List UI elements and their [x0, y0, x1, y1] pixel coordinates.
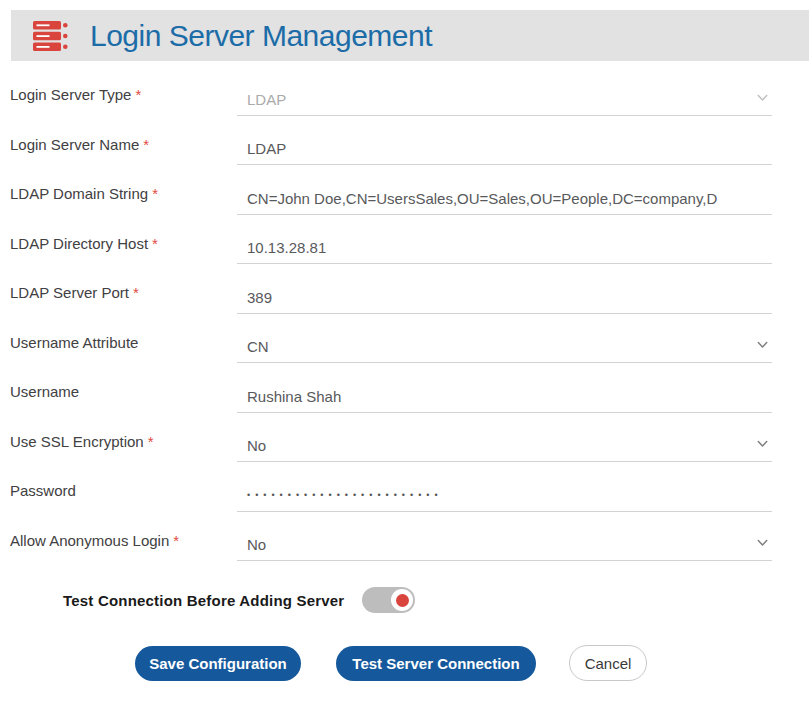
chevron-down-icon	[757, 539, 768, 547]
field-label: Login Server Name*	[10, 136, 149, 153]
field-label-text: Allow Anonymous Login	[10, 532, 169, 549]
input-ldap-directory-host[interactable]: 10.13.28.81	[237, 215, 772, 265]
select-login-server-type: LDAP	[237, 66, 772, 116]
form-row-username-attribute: Username Attribute CN	[0, 314, 809, 364]
required-asterisk: *	[133, 284, 139, 301]
form-row-ldap-domain-string: LDAP Domain String* CN=John Doe,CN=UsersS…	[0, 165, 809, 215]
field-label-text: Use SSL Encryption	[10, 433, 144, 450]
field-value: CN=John Doe,CN=UsersSales,OU=Sales,OU=Pe…	[247, 190, 717, 207]
required-asterisk: *	[135, 86, 141, 103]
field-label-text: LDAP Server Port	[10, 284, 129, 301]
form-row-login-server-name: Login Server Name* LDAP	[0, 116, 809, 166]
action-buttons: Save Configuration Test Server Connectio…	[135, 645, 809, 681]
field-label: LDAP Directory Host*	[10, 235, 158, 252]
field-label: Allow Anonymous Login*	[10, 532, 179, 549]
form-row-allow-anonymous-login: Allow Anonymous Login* No	[0, 512, 809, 562]
field-label-text: LDAP Directory Host	[10, 235, 148, 252]
required-asterisk: *	[148, 433, 154, 450]
page-header: Login Server Management	[11, 10, 809, 61]
field-value: CN	[247, 338, 269, 355]
form-row-login-server-type: Login Server Type* LDAP	[0, 66, 809, 116]
input-ldap-server-port[interactable]: 389	[237, 264, 772, 314]
field-label-text: LDAP Domain String	[10, 185, 148, 202]
field-value: 389	[247, 289, 272, 306]
chevron-down-icon	[757, 440, 768, 448]
field-value: No	[247, 437, 266, 454]
form-row-ldap-directory-host: LDAP Directory Host* 10.13.28.81	[0, 215, 809, 265]
input-username[interactable]: Rushina Shah	[237, 363, 772, 413]
form-row-use-ssl-encryption: Use SSL Encryption* No	[0, 413, 809, 463]
input-login-server-name[interactable]: LDAP	[237, 116, 772, 166]
test-server-connection-button[interactable]: Test Server Connection	[336, 646, 536, 681]
required-asterisk: *	[173, 532, 179, 549]
select-allow-anonymous-login[interactable]: No	[237, 512, 772, 562]
field-value: No	[247, 536, 266, 553]
server-stack-icon	[33, 20, 70, 52]
form-row-password: Password ••••••••••••••••••••••••	[0, 462, 809, 512]
cancel-button[interactable]: Cancel	[569, 645, 647, 681]
toggle-knob	[391, 589, 413, 611]
field-value: LDAP	[247, 91, 286, 108]
page-title: Login Server Management	[90, 19, 432, 53]
test-connection-toggle[interactable]	[362, 587, 415, 613]
required-asterisk: *	[143, 136, 149, 153]
field-label-text: Login Server Name	[10, 136, 139, 153]
field-value: LDAP	[247, 140, 286, 157]
field-label: LDAP Server Port*	[10, 284, 139, 301]
toggle-row: Test Connection Before Adding Server	[63, 587, 809, 613]
login-server-management-page: Login Server Management Login Server Typ…	[0, 10, 809, 681]
field-value: Rushina Shah	[247, 388, 341, 405]
field-label-text: Login Server Type	[10, 86, 131, 103]
field-label: Username Attribute	[10, 334, 138, 351]
field-label: Use SSL Encryption*	[10, 433, 154, 450]
form-row-username: Username Rushina Shah	[0, 363, 809, 413]
field-label-text: Username	[10, 383, 79, 400]
input-password[interactable]: ••••••••••••••••••••••••	[237, 462, 772, 512]
select-username-attribute[interactable]: CN	[237, 314, 772, 364]
login-server-form: Login Server Type*LDAPLogin Server Name*…	[0, 66, 809, 561]
required-asterisk: *	[152, 235, 158, 252]
field-label: Password	[10, 482, 76, 499]
chevron-down-icon	[757, 341, 768, 349]
field-label-text: Password	[10, 482, 76, 499]
toggle-dot	[396, 594, 409, 607]
field-value: ••••••••••••••••••••••••	[247, 490, 443, 500]
form-row-ldap-server-port: LDAP Server Port* 389	[0, 264, 809, 314]
save-configuration-button[interactable]: Save Configuration	[135, 646, 301, 681]
chevron-down-icon	[757, 94, 768, 102]
required-asterisk: *	[152, 185, 158, 202]
field-label: Login Server Type*	[10, 86, 141, 103]
field-label: Username	[10, 383, 79, 400]
select-use-ssl-encryption[interactable]: No	[237, 413, 772, 463]
field-value: 10.13.28.81	[247, 239, 326, 256]
toggle-label: Test Connection Before Adding Server	[63, 592, 344, 609]
input-ldap-domain-string[interactable]: CN=John Doe,CN=UsersSales,OU=Sales,OU=Pe…	[237, 165, 772, 215]
field-label: LDAP Domain String*	[10, 185, 158, 202]
field-label-text: Username Attribute	[10, 334, 138, 351]
